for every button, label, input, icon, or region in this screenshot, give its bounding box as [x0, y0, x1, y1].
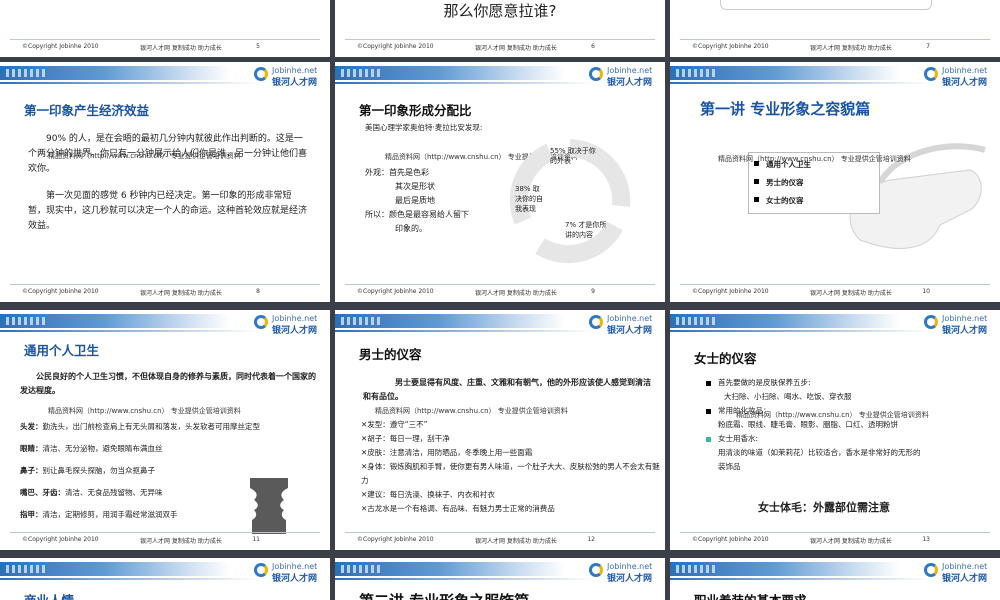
slide-footer: ©Copyright Jobinhe 2010 银河人才网 复制成功 助力成长 …: [0, 530, 330, 550]
topic-list: 通用个人卫生 男士的仪容 女士的仪容: [754, 156, 811, 210]
slide-body: 90% 的人，是在会晤的最初几分钟内就彼此作出判断的。这是一个两分钟的世界。你只…: [28, 134, 308, 231]
watermark: 精品资料网（http://www.cnshu.cn） 专业提供企管培训资料: [48, 407, 241, 415]
logo: Jobinhe.net 银河人才网: [254, 560, 324, 584]
pie-label-7: 7% 才是你所讲的内容: [565, 221, 607, 239]
list-item: 女士用香水:: [706, 432, 991, 446]
appearance-list: 外观：首先是色彩 其次是形状 最后是质地 所以：颜色是最容易给人留下 印象的。: [365, 168, 469, 233]
logo: Jobinhe.net 银河人才网: [254, 312, 324, 336]
slide-header: Jobinhe.net 银河人才网: [335, 62, 665, 90]
logo: Jobinhe.net 银河人才网: [589, 560, 659, 584]
slide-header: Jobinhe.net 银河人才网: [670, 62, 1000, 90]
slide-header: Jobinhe.net 银河人才网: [335, 558, 665, 586]
slide-title: 职业着装的基本要求: [694, 590, 807, 600]
slide-title: 通用个人卫生: [24, 343, 100, 358]
slide-6[interactable]: 那么你愿意拉谁? ©Copyright Jobinhe 2010 银河人才网 复…: [335, 0, 665, 57]
watermark: 精品资料网（http://www.cnshu.cn） 专业提供企管培训资料: [375, 407, 568, 415]
list-item: 头发：勤洗头，出门前检查肩上有无头屑和落发，头发软者可用摩丝定型: [20, 422, 260, 431]
slide-footer: ©Copyright Jobinhe 2010 银河人才网 复制成功 助力成长 …: [335, 37, 665, 57]
makeup-list: 首先要做的是皮肤保养五步: 大扫除、小扫除、喝水、吃饭、穿衣服 常用的化妆品： …: [706, 376, 991, 474]
slide-title: 第二讲 专业形象之服饰篇: [359, 590, 529, 600]
copyright: ©Copyright Jobinhe 2010: [692, 43, 769, 50]
page-number: 5: [256, 43, 260, 50]
list-item: ✕胡子：每日一理，刮干净: [361, 434, 450, 443]
slide-footer: ©Copyright Jobinhe 2010 银河人才网 复制成功 助力成长 …: [0, 282, 330, 302]
slide-13[interactable]: Jobinhe.net 银河人才网 女士的仪容 首先要做的是皮肤保养五步: 大扫除…: [670, 310, 1000, 550]
faces-illustration: [228, 478, 310, 534]
slogan: 银河人才网 复制成功 助力成长: [140, 45, 222, 52]
slide-footer: ©Copyright Jobinhe 2010 银河人才网 复制成功 助力成长 …: [670, 530, 1000, 550]
page-number: 7: [926, 43, 930, 50]
slide-11[interactable]: Jobinhe.net 银河人才网 通用个人卫生 公民良好的个人卫生习惯，不但体现…: [0, 310, 330, 550]
logo-icon: [254, 563, 268, 577]
slide-5[interactable]: ©Copyright Jobinhe 2010 银河人才网 复制成功 助力成长 …: [0, 0, 330, 57]
slide-text: 那么你愿意拉谁?: [443, 2, 557, 20]
list-item: 眼睛：清洁、无分泌物，避免眼睛布满血丝: [20, 444, 163, 453]
slide-8[interactable]: Jobinhe.net 银河人才网 第一印象产生经济效益 90% 的人，是在会晤的…: [0, 62, 330, 302]
logo: Jobinhe.net 银河人才网: [924, 64, 994, 88]
slide-10[interactable]: Jobinhe.net 银河人才网 第一讲 专业形象之容貌篇 精品资料网（http…: [670, 62, 1000, 302]
grooming-list: ✕发型：遵守“三不” ✕胡子：每日一理，刮干净 ✕皮肤：注意清洁，用防晒品，冬季…: [361, 418, 661, 516]
slide-title: 第一印象形成分配比: [359, 103, 472, 118]
list-item: 男士的仪容: [754, 174, 811, 192]
list-item: ✕皮肤：注意清洁，用防晒品，冬季晚上用一些面霜: [361, 448, 533, 457]
slide-14[interactable]: Jobinhe.net银河人才网 商业人情: [0, 558, 330, 600]
slide-16[interactable]: Jobinhe.net银河人才网 职业着装的基本要求: [670, 558, 1000, 600]
intro: 美国心理学家奥伯特·麦拉比安发现:: [365, 123, 483, 132]
logo: Jobinhe.net 银河人才网: [589, 312, 659, 336]
logo-icon: [589, 563, 603, 577]
slide-12[interactable]: Jobinhe.net 银河人才网 男士的仪容 男士要显得有风度、庄重、文雅和有朝…: [335, 310, 665, 550]
pie-label-38: 38% 取决你的自我表现: [515, 185, 543, 213]
rounded-box: [720, 0, 932, 10]
slide-title: 第一印象产生经济效益: [24, 103, 150, 118]
slide-9[interactable]: Jobinhe.net 银河人才网 第一印象形成分配比 美国心理学家奥伯特·麦拉比…: [335, 62, 665, 302]
list-item: ✕身体：锻炼胸肌和手臂，使你更有男人味道，一个肚子大大、皮肤松弛的男人不会太有魅…: [361, 462, 660, 485]
slogan: 银河人才网 复制成功 助力成长: [475, 45, 557, 52]
slide-footer: ©Copyright Jobinhe 2010 银河人才网 复制成功 助力成长 …: [335, 530, 665, 550]
list-item: 女士的仪容: [754, 192, 811, 210]
intro: 男士要显得有风度、庄重、文雅和有朝气，他的外形应该使人感觉到清洁和有品位。: [363, 378, 651, 401]
slide-header: Jobinhe.net 银河人才网: [670, 310, 1000, 338]
list-item: 通用个人卫生: [754, 156, 811, 174]
list-item: ✕发型：遵守“三不”: [361, 420, 428, 429]
watermark: 精品资料网（http://www.cnshu.cn） 专业提供企管培训资料: [736, 411, 929, 419]
slide-7[interactable]: ©Copyright Jobinhe 2010 银河人才网 复制成功 助力成长 …: [670, 0, 1000, 57]
logo-icon: [589, 315, 603, 329]
slide-header: Jobinhe.net 银河人才网: [0, 310, 330, 338]
slide-header: Jobinhe.net 银河人才网: [335, 310, 665, 338]
logo-icon: [254, 67, 268, 81]
slide-header: Jobinhe.net 银河人才网: [0, 62, 330, 90]
slide-footer: ©Copyright Jobinhe 2010 银河人才网 复制成功 助力成长 …: [670, 282, 1000, 302]
page-number: 6: [591, 43, 595, 50]
logo-icon: [924, 563, 938, 577]
logo-icon: [924, 67, 938, 81]
logo: Jobinhe.net 银河人才网: [589, 64, 659, 88]
watermark: 精品资料网（http://www.cnshu.cn） 专业提供企管培训资料: [48, 152, 241, 160]
slide-title: 商业人情: [24, 590, 74, 600]
slide-footer: ©Copyright Jobinhe 2010 银河人才网 复制成功 助力成长 …: [0, 37, 330, 57]
logo-icon: [589, 67, 603, 81]
list-item: 首先要做的是皮肤保养五步:: [706, 376, 991, 390]
list-item: ✕建议：每日洗澡、换袜子、内衣和衬衣: [361, 490, 495, 499]
slide-title: 第一讲 专业形象之容貌篇: [700, 100, 871, 118]
slide-title: 女士的仪容: [694, 351, 757, 366]
copyright: ©Copyright Jobinhe 2010: [22, 43, 99, 50]
body-hair-note: 女士体毛：外露部位需注意: [758, 501, 890, 514]
slide-footer: ©Copyright Jobinhe 2010 银河人才网 复制成功 助力成长 …: [335, 282, 665, 302]
logo: Jobinhe.net 银河人才网: [924, 560, 994, 584]
slogan: 银河人才网 复制成功 助力成长: [810, 45, 892, 52]
slide-title: 男士的仪容: [359, 347, 422, 362]
logo: Jobinhe.net 银河人才网: [924, 312, 994, 336]
slide-footer: ©Copyright Jobinhe 2010 银河人才网 复制成功 助力成长 …: [670, 37, 1000, 57]
logo: Jobinhe.net 银河人才网: [254, 64, 324, 88]
slide-header: Jobinhe.net 银河人才网: [0, 558, 330, 586]
logo-icon: [254, 315, 268, 329]
slide-header: Jobinhe.net 银河人才网: [670, 558, 1000, 586]
pie-label-55: 55% 取决于你的外表: [550, 147, 596, 165]
copyright: ©Copyright Jobinhe 2010: [357, 43, 434, 50]
watermark: 精品资料网（http://www.cnshu.cn） 专业提供企管培训资料: [718, 155, 911, 163]
list-item: ✕古龙水是一个有格调、有品味、有魅力男士正常的消费品: [361, 504, 555, 513]
intro: 公民良好的个人卫生习惯，不但体现自身的修养与素质，同时代表着一个国家的发达程度。: [20, 372, 316, 395]
slide-15[interactable]: Jobinhe.net银河人才网 第二讲 专业形象之服饰篇: [335, 558, 665, 600]
logo-icon: [924, 315, 938, 329]
